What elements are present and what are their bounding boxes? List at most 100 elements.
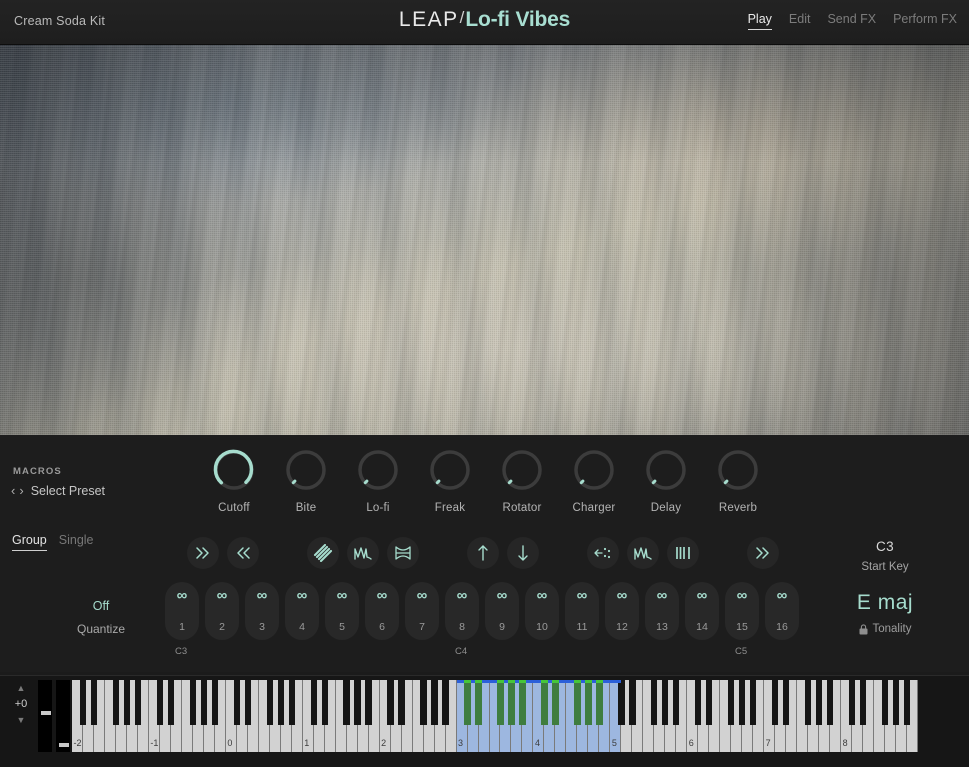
strum-button[interactable] [307, 537, 339, 569]
black-key[interactable] [244, 680, 251, 725]
chevron-right-icon[interactable]: › [19, 483, 23, 498]
black-key[interactable] [211, 680, 218, 725]
black-key[interactable] [288, 680, 295, 725]
black-key[interactable] [112, 680, 120, 725]
step-cell[interactable]: ∞ 10 [525, 582, 559, 640]
mod-wheel-grip[interactable] [59, 743, 69, 747]
transpose-down-button[interactable] [507, 537, 539, 569]
macro-knob-reverb[interactable]: Reverb [702, 447, 774, 514]
black-key[interactable] [310, 680, 317, 725]
macro-knob-freak[interactable]: Freak [414, 447, 486, 514]
nav-tab-perform-fx[interactable]: Perform FX [893, 12, 957, 26]
step-cell[interactable]: ∞ 7 [405, 582, 439, 640]
step-cell[interactable]: ∞ 1 [165, 582, 199, 640]
knob-dial-cutoff[interactable] [211, 447, 257, 493]
step-cell[interactable]: ∞ 16 [765, 582, 799, 640]
black-key[interactable] [903, 680, 911, 725]
black-key[interactable] [266, 680, 273, 725]
macro-knob-cutoff[interactable]: Cutoff [198, 447, 270, 514]
black-key[interactable] [420, 680, 427, 725]
step-cell[interactable]: ∞ 13 [645, 582, 679, 640]
black-key[interactable] [519, 680, 526, 725]
black-key[interactable] [475, 680, 482, 725]
black-key[interactable] [189, 680, 197, 725]
macro-knob-bite[interactable]: Bite [270, 447, 342, 514]
black-key[interactable] [233, 680, 240, 725]
step-cell[interactable]: ∞ 5 [325, 582, 359, 640]
step-cell[interactable]: ∞ 4 [285, 582, 319, 640]
nav-tab-play[interactable]: Play [748, 12, 772, 30]
macro-knob-rotator[interactable]: Rotator [486, 447, 558, 514]
chevron-left-icon[interactable]: ‹ [11, 483, 15, 498]
black-key[interactable] [629, 680, 636, 725]
black-key[interactable] [651, 680, 658, 725]
black-key[interactable] [662, 680, 669, 725]
black-key[interactable] [431, 680, 438, 725]
envelope-button[interactable] [347, 537, 379, 569]
macro-preset-selector[interactable]: ‹ › Select Preset [11, 483, 105, 498]
knob-dial-rotator[interactable] [499, 447, 545, 493]
black-key[interactable] [123, 680, 131, 725]
black-key[interactable] [848, 680, 856, 725]
black-key[interactable] [596, 680, 603, 725]
black-key[interactable] [398, 680, 405, 725]
black-key[interactable] [892, 680, 900, 725]
quantize-control[interactable]: Off Quantize [58, 599, 144, 636]
step-cell[interactable]: ∞ 3 [245, 582, 279, 640]
step-cell[interactable]: ∞ 14 [685, 582, 719, 640]
black-key[interactable] [804, 680, 812, 725]
knob-dial-bite[interactable] [283, 447, 329, 493]
expand-range-button[interactable] [387, 537, 419, 569]
macro-knob-delay[interactable]: Delay [630, 447, 702, 514]
nav-tab-send-fx[interactable]: Send FX [827, 12, 876, 26]
step-cell[interactable]: ∞ 9 [485, 582, 519, 640]
black-key[interactable] [728, 680, 735, 725]
black-key[interactable] [826, 680, 834, 725]
black-key[interactable] [387, 680, 394, 725]
step-cell[interactable]: ∞ 6 [365, 582, 399, 640]
randomize-button[interactable] [587, 537, 619, 569]
knob-dial-delay[interactable] [643, 447, 689, 493]
black-key[interactable] [464, 680, 471, 725]
pitch-wheel[interactable] [38, 680, 52, 752]
black-key[interactable] [859, 680, 867, 725]
pitch-wheel-grip[interactable] [41, 711, 51, 715]
transpose-up-button[interactable] [467, 537, 499, 569]
black-key[interactable] [167, 680, 175, 725]
tonality-value[interactable]: E maj [815, 591, 955, 615]
black-key[interactable] [585, 680, 592, 725]
black-key[interactable] [552, 680, 559, 725]
step-cell[interactable]: ∞ 8 [445, 582, 479, 640]
black-key[interactable] [156, 680, 164, 725]
lock-icon[interactable] [859, 623, 868, 635]
black-key[interactable] [782, 680, 790, 725]
black-key[interactable] [442, 680, 449, 725]
gate-button[interactable] [667, 537, 699, 569]
black-key[interactable] [695, 680, 702, 725]
black-key[interactable] [343, 680, 350, 725]
knob-dial-reverb[interactable] [715, 447, 761, 493]
knob-dial-freak[interactable] [427, 447, 473, 493]
black-key[interactable] [354, 680, 361, 725]
knob-dial-charger[interactable] [571, 447, 617, 493]
piano-keyboard[interactable]: -2 -1 0 1 2 3 4 5 6 7 8 [72, 680, 918, 752]
black-key[interactable] [277, 680, 284, 725]
step-cell[interactable]: ∞ 2 [205, 582, 239, 640]
octave-down-icon[interactable]: ▼ [6, 714, 36, 726]
next-page-button[interactable] [747, 537, 779, 569]
black-key[interactable] [673, 680, 680, 725]
octave-up-icon[interactable]: ▲ [6, 682, 36, 694]
step-cell[interactable]: ∞ 15 [725, 582, 759, 640]
black-key[interactable] [134, 680, 142, 725]
quantize-value[interactable]: Off [58, 599, 144, 613]
velocity-button[interactable] [627, 537, 659, 569]
knob-dial-lofi[interactable] [355, 447, 401, 493]
nav-tab-edit[interactable]: Edit [789, 12, 811, 26]
mod-wheel[interactable] [56, 680, 70, 752]
black-key[interactable] [881, 680, 889, 725]
black-key[interactable] [321, 680, 328, 725]
octave-shift-control[interactable]: ▲ +0 ▼ [6, 682, 36, 750]
shift-right-button[interactable] [187, 537, 219, 569]
start-key-value[interactable]: C3 [815, 539, 955, 554]
black-key[interactable] [771, 680, 779, 725]
